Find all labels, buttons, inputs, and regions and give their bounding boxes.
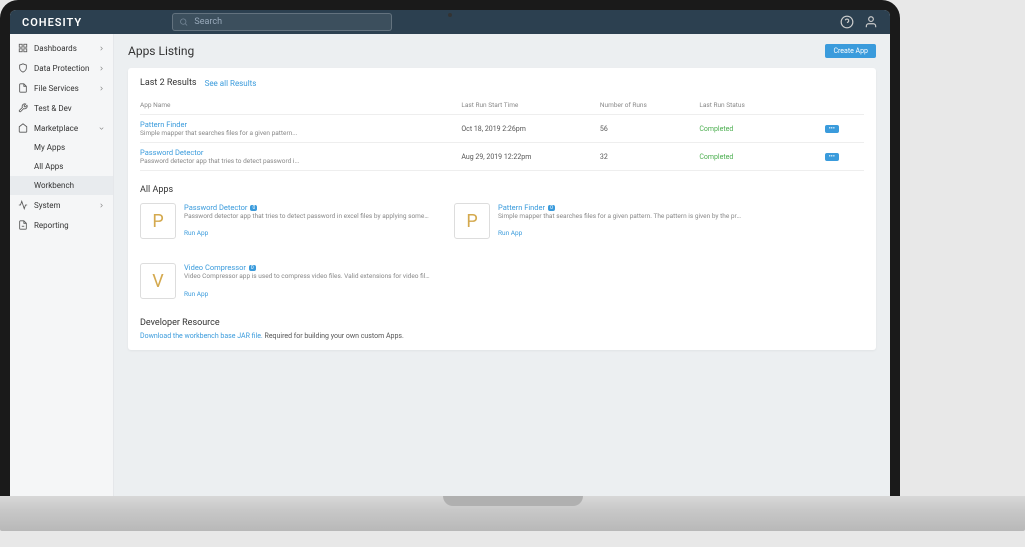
search-input[interactable]	[194, 17, 385, 27]
app-badge: 0	[250, 205, 257, 211]
sidebar-item-label: System	[34, 201, 61, 210]
col-status: Last Run Status	[699, 101, 817, 109]
run-status: Completed	[699, 125, 817, 133]
sidebar-item-system[interactable]: System	[10, 195, 113, 215]
app-desc: Password detector app that tries to dete…	[140, 157, 453, 165]
more-actions-icon[interactable]: •••	[825, 125, 839, 133]
search-icon	[179, 17, 188, 27]
sidebar-item-label: Reporting	[34, 221, 69, 230]
app-badge: 0	[249, 265, 256, 271]
download-jar-link[interactable]: Download the workbench base JAR file.	[140, 332, 263, 340]
store-icon	[18, 123, 28, 133]
table-row: Pattern Finder Simple mapper that search…	[140, 115, 864, 143]
sidebar-item-reporting[interactable]: Reporting	[10, 215, 113, 235]
chevron-right-icon	[98, 202, 105, 209]
app-card-desc: Video Compressor app is used to compress…	[184, 272, 430, 280]
search-container[interactable]	[172, 13, 392, 31]
app-card-name[interactable]: Password Detector	[184, 203, 247, 212]
user-icon[interactable]	[864, 15, 878, 29]
results-card: Last 2 Results See all Results App Name …	[128, 68, 876, 350]
dev-resource-text: Required for building your own custom Ap…	[263, 332, 404, 340]
shield-icon	[18, 63, 28, 73]
app-tile-letter: P	[454, 203, 490, 239]
app-card: V Video Compressor 0 Video Compressor ap…	[140, 263, 430, 299]
sidebar-item-marketplace[interactable]: Marketplace	[10, 118, 113, 138]
sidebar-item-label: Test & Dev	[34, 104, 72, 113]
more-actions-icon[interactable]: •••	[825, 153, 839, 161]
app-card-desc: Simple mapper that searches files for a …	[498, 212, 744, 220]
chevron-down-icon	[98, 125, 105, 132]
sidebar-item-label: Data Protection	[34, 64, 89, 73]
app-badge: 0	[548, 205, 555, 211]
app-card: P Password Detector 0 Password detector …	[140, 203, 430, 239]
table-header-row: App Name Last Run Start Time Number of R…	[140, 96, 864, 115]
activity-icon	[18, 200, 28, 210]
run-status: Completed	[699, 153, 817, 161]
col-name: App Name	[140, 101, 453, 109]
run-start-time: Aug 29, 2019 12:22pm	[461, 153, 592, 161]
col-start: Last Run Start Time	[461, 101, 592, 109]
app-tile-letter: P	[140, 203, 176, 239]
see-all-results-link[interactable]: See all Results	[205, 79, 257, 88]
app-card-name[interactable]: Pattern Finder	[498, 203, 545, 212]
sidebar-item-label: File Services	[34, 84, 79, 93]
sidebar-item-dashboards[interactable]: Dashboards	[10, 38, 113, 58]
main-content: Create App Apps Listing Last 2 Results S…	[114, 34, 890, 496]
run-count: 56	[600, 125, 691, 133]
run-app-link[interactable]: Run App	[184, 229, 208, 237]
report-icon	[18, 220, 28, 230]
sidebar-sub-workbench[interactable]: Workbench	[10, 176, 113, 195]
run-count: 32	[600, 153, 691, 161]
app-card: P Pattern Finder 0 Simple mapper that se…	[454, 203, 744, 239]
sidebar-item-label: Marketplace	[34, 124, 78, 133]
sidebar-sub-all-apps[interactable]: All Apps	[10, 157, 113, 176]
developer-resource-title: Developer Resource	[140, 318, 864, 328]
app-name-link[interactable]: Pattern Finder	[140, 120, 453, 129]
create-app-button[interactable]: Create App	[825, 44, 876, 58]
chevron-right-icon	[98, 45, 105, 52]
col-runs: Number of Runs	[600, 101, 691, 109]
all-apps-title: All Apps	[140, 185, 864, 195]
file-icon	[18, 83, 28, 93]
app-card-name[interactable]: Video Compressor	[184, 263, 246, 272]
help-icon[interactable]	[840, 15, 854, 29]
sidebar: Dashboards Data Protection File Services…	[10, 34, 114, 496]
run-app-link[interactable]: Run App	[184, 290, 208, 298]
app-tile-letter: V	[140, 263, 176, 299]
chevron-right-icon	[98, 85, 105, 92]
brand-logo: COHESITY	[22, 16, 82, 29]
app-card-desc: Password detector app that tries to dete…	[184, 212, 430, 220]
app-name-link[interactable]: Password Detector	[140, 148, 453, 157]
chevron-right-icon	[98, 65, 105, 72]
sidebar-item-data-protection[interactable]: Data Protection	[10, 58, 113, 78]
sidebar-item-file-services[interactable]: File Services	[10, 78, 113, 98]
table-row: Password Detector Password detector app …	[140, 143, 864, 171]
results-header: Last 2 Results	[140, 78, 197, 88]
sidebar-item-label: Dashboards	[34, 44, 77, 53]
run-start-time: Oct 18, 2019 2:26pm	[461, 125, 592, 133]
sidebar-item-test-dev[interactable]: Test & Dev	[10, 98, 113, 118]
wrench-icon	[18, 103, 28, 113]
page-title: Apps Listing	[128, 44, 876, 58]
dashboard-icon	[18, 43, 28, 53]
app-desc: Simple mapper that searches files for a …	[140, 129, 453, 137]
sidebar-sub-my-apps[interactable]: My Apps	[10, 138, 113, 157]
run-app-link[interactable]: Run App	[498, 229, 522, 237]
